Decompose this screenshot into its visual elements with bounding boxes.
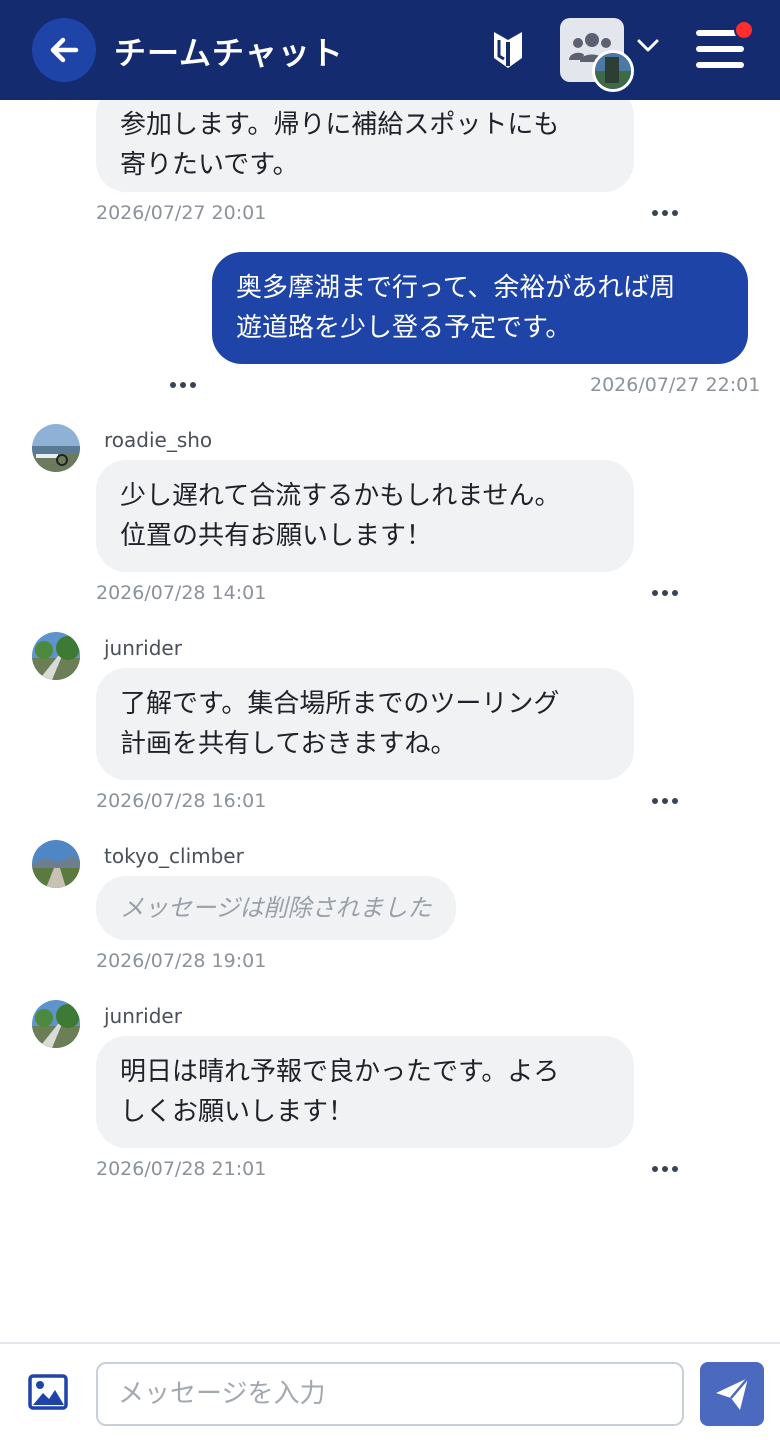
message-line: 参加します。帰りに補給スポットにも [120, 110, 560, 140]
message-line: 少し遅れて合流するかもしれません。 [120, 481, 561, 511]
message-options-icon[interactable] [652, 1166, 678, 1174]
message-line: 明日は晴れ予報で良かったです。よろ [120, 1057, 560, 1087]
sender-name: tokyo_climber [104, 844, 244, 868]
message-bubble-own[interactable]: 奥多摩湖まで行って、余裕があれば周 遊道路を少し登る予定です。 [212, 252, 748, 364]
message-timestamp: 2026/07/28 16:01 [96, 790, 267, 812]
message-line: 遊道路を少し登る予定です。 [236, 313, 572, 343]
message-line: 計画を共有しておきますね。 [120, 729, 457, 759]
page-title: チームチャット [114, 34, 344, 72]
message-options-icon[interactable] [652, 210, 678, 218]
image-icon[interactable] [28, 1374, 68, 1410]
avatar[interactable] [32, 1000, 80, 1048]
notification-badge [734, 20, 754, 40]
deleted-message-bubble: メッセージは削除されました [96, 876, 456, 940]
message-input[interactable] [96, 1362, 684, 1426]
message-bubble[interactable]: 明日は晴れ予報で良かったです。よろ しくお願いします！ [96, 1036, 634, 1148]
app-header: チームチャット [0, 0, 780, 100]
message-line: しくお願いします！ [120, 1097, 355, 1127]
beginner-mark-icon[interactable] [490, 28, 526, 72]
avatar[interactable] [32, 840, 80, 888]
message-composer [0, 1342, 780, 1440]
message-line: メッセージは削除されました [120, 894, 432, 922]
message-options-icon[interactable] [652, 798, 678, 806]
message-timestamp: 2026/07/28 19:01 [96, 950, 267, 972]
message-options-icon[interactable] [652, 590, 678, 598]
send-button[interactable] [700, 1362, 764, 1426]
back-button[interactable] [32, 18, 96, 82]
message-line: 位置の共有お願いします！ [120, 521, 433, 551]
message-bubble[interactable]: 参加します。帰りに補給スポットにも 寄りたいです。 [96, 100, 634, 192]
message-timestamp: 2026/07/27 20:01 [96, 202, 267, 224]
message-line: 了解です。集合場所までのツーリング [120, 689, 560, 719]
sender-name: roadie_sho [104, 428, 213, 452]
message-timestamp: 2026/07/27 22:01 [590, 374, 761, 396]
sender-name: junrider [104, 1004, 182, 1028]
message-line: 奥多摩湖まで行って、余裕があれば周 [236, 273, 676, 303]
back-arrow-icon [50, 37, 79, 63]
avatar[interactable] [32, 632, 80, 680]
message-bubble[interactable]: 了解です。集合場所までのツーリング 計画を共有しておきますね。 [96, 668, 634, 780]
message-timestamp: 2026/07/28 14:01 [96, 582, 267, 604]
avatar[interactable] [32, 424, 80, 472]
message-timestamp: 2026/07/28 21:01 [96, 1158, 267, 1180]
message-options-icon[interactable] [170, 382, 196, 390]
message-list[interactable]: 参加します。帰りに補給スポットにも 寄りたいです。 2026/07/27 20:… [0, 100, 780, 1342]
group-avatar [592, 50, 634, 92]
sender-name: junrider [104, 636, 182, 660]
chevron-down-icon[interactable] [636, 38, 660, 54]
send-icon [716, 1377, 749, 1410]
message-bubble[interactable]: 少し遅れて合流するかもしれません。 位置の共有お願いします！ [96, 460, 634, 572]
message-line: 寄りたいです。 [120, 150, 299, 180]
